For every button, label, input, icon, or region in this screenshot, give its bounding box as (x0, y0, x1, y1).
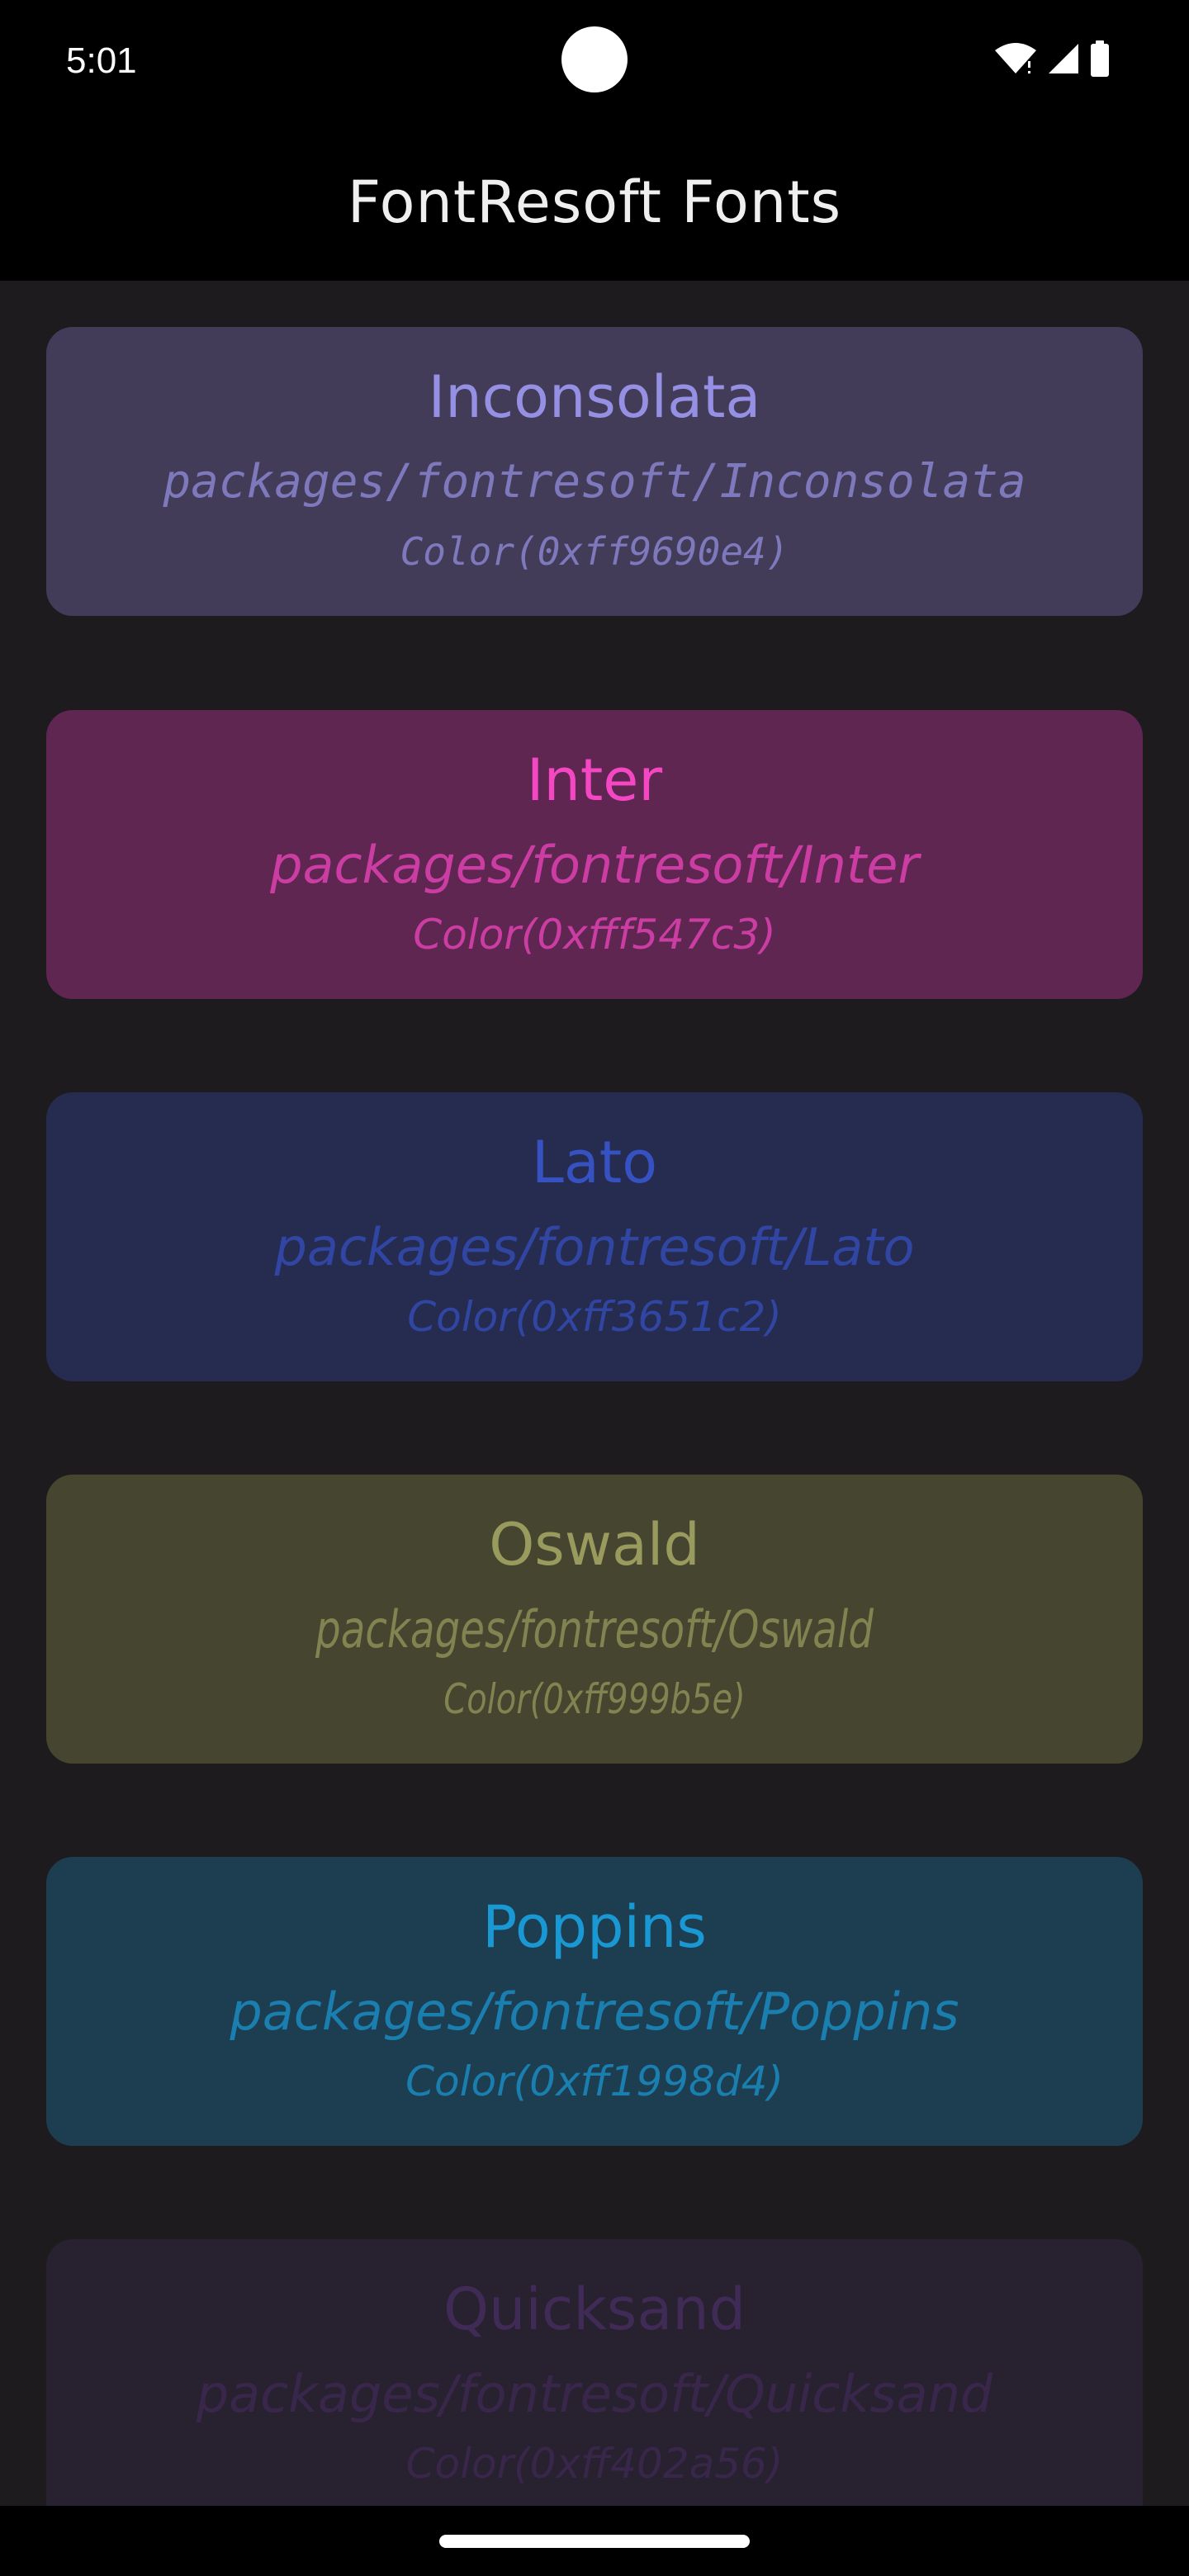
font-color-label: Color(0xff3651c2) (407, 1293, 782, 1341)
font-card-poppins[interactable]: Poppins packages/fontresoft/Poppins Colo… (46, 1857, 1143, 2146)
camera-cutout (561, 26, 628, 92)
font-color-label: Color(0xff1998d4) (405, 2057, 784, 2105)
status-bar: 5:01 (0, 0, 1189, 124)
status-icons (994, 40, 1110, 81)
font-card-inconsolata[interactable]: Inconsolata packages/fontresoft/Inconsol… (46, 327, 1143, 616)
font-name: Lato (531, 1129, 658, 1196)
font-color-label: Color(0xff999b5e) (443, 1675, 746, 1723)
app-title: FontResoft Fonts (347, 168, 842, 236)
font-card-oswald[interactable]: Oswald packages/fontresoft/Oswald Color(… (46, 1475, 1143, 1764)
font-path: packages/fontresoft/Oswald (315, 1599, 874, 1660)
font-path: packages/fontresoft/Inconsolata (163, 455, 1026, 509)
font-name: Inter (526, 746, 663, 814)
font-card-lato[interactable]: Lato packages/fontresoft/Lato Color(0xff… (46, 1092, 1143, 1381)
font-name: Poppins (482, 1893, 707, 1961)
font-path: packages/fontresoft/Inter (270, 835, 919, 895)
font-list[interactable]: Inconsolata packages/fontresoft/Inconsol… (0, 281, 1189, 2506)
home-indicator[interactable] (439, 2535, 750, 2548)
font-path: packages/fontresoft/Quicksand (196, 2364, 993, 2424)
font-card-inter[interactable]: Inter packages/fontresoft/Inter Color(0x… (46, 710, 1143, 999)
font-color-label: Color(0xff9690e4) (400, 529, 789, 574)
font-name: Inconsolata (428, 363, 761, 431)
font-color-label: Color(0xfff547c3) (413, 911, 776, 959)
status-time: 5:01 (66, 40, 137, 81)
signal-icon (1047, 42, 1080, 78)
font-path: packages/fontresoft/Poppins (230, 1982, 959, 2042)
font-path: packages/fontresoft/Lato (274, 1217, 915, 1277)
font-name: Oswald (489, 1511, 700, 1579)
font-name: Quicksand (443, 2275, 746, 2343)
wifi-icon (994, 42, 1037, 78)
font-card-quicksand[interactable]: Quicksand packages/fontresoft/Quicksand … (46, 2239, 1143, 2506)
battery-icon (1090, 40, 1110, 80)
app-bar: FontResoft Fonts (0, 124, 1189, 281)
font-color-label: Color(0xff402a56) (405, 2440, 784, 2488)
navigation-bar (0, 2506, 1189, 2576)
